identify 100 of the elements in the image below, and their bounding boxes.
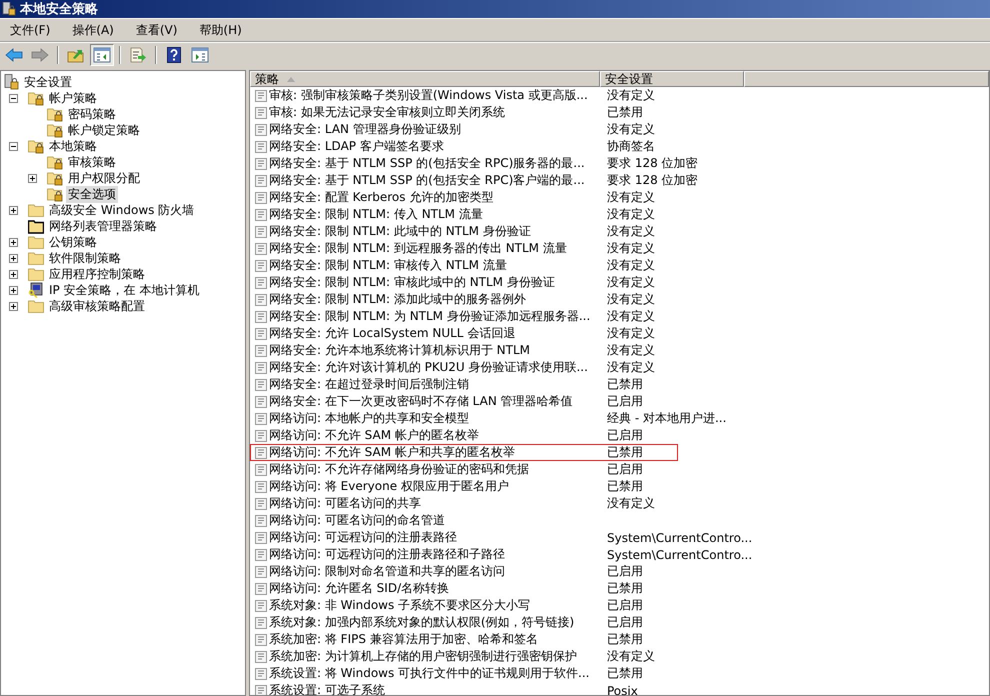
document-icon xyxy=(255,634,267,646)
table-cell: 网络安全: LDAP 客户端签名要求 xyxy=(251,138,601,155)
table-cell: 网络安全: 限制 NTLM: 审核传入 NTLM 流量 xyxy=(251,257,601,274)
table-cell-text: 没有定义 xyxy=(606,291,655,308)
table-cell-text: 已启用 xyxy=(606,427,643,444)
tree-item[interactable]: 帐户锁定策略 xyxy=(66,122,142,138)
expand-icon[interactable] xyxy=(28,174,37,182)
tree-item[interactable]: 帐户策略 xyxy=(47,90,99,106)
tree-item[interactable]: 审核策略 xyxy=(66,154,118,170)
document-icon xyxy=(255,464,267,476)
menu-item[interactable]: 帮助(H) xyxy=(192,22,249,38)
document-icon xyxy=(255,208,267,220)
table-cell: 网络访问: 将 Everyone 权限应用于匿名用户 xyxy=(251,478,601,495)
table-cell-text: 已禁用 xyxy=(606,665,643,682)
table-cell-text: 没有定义 xyxy=(606,189,655,206)
table-cell-text: 没有定义 xyxy=(606,274,655,291)
table-cell: 系统设置: 将 Windows 可执行文件中的证书规则用于软件... xyxy=(251,665,601,682)
document-icon xyxy=(255,650,267,662)
locked-folder-icon xyxy=(28,138,44,154)
collapse-icon[interactable] xyxy=(9,94,18,102)
table-cell-text: 经典 - 对本地用户进... xyxy=(606,410,726,427)
tree-item[interactable]: 安全设置 xyxy=(22,74,74,90)
table-cell: 网络访问: 不允许 SAM 帐户的匿名枚举 xyxy=(251,427,601,444)
table-cell: 网络安全: 配置 Kerberos 允许的加密类型 xyxy=(251,189,601,206)
table-cell-text: 已启用 xyxy=(606,597,643,614)
document-icon xyxy=(255,668,267,680)
tree-item[interactable]: 网络列表管理器策略 xyxy=(47,218,159,234)
expand-icon[interactable] xyxy=(9,286,18,294)
collapse-icon[interactable] xyxy=(9,142,18,150)
table-cell: 系统加密: 为计算机上存储的用户密钥强制进行强密钥保护 xyxy=(251,648,601,665)
table-cell: 网络安全: LAN 管理器身份验证级别 xyxy=(251,121,601,138)
expand-icon[interactable] xyxy=(9,238,18,246)
table-cell: 网络访问: 允许匿名 SID/名称转换 xyxy=(251,580,601,597)
table-cell: 网络访问: 限制对命名管道和共享的匿名访问 xyxy=(251,563,601,580)
tree-pane-icon[interactable] xyxy=(90,44,114,66)
tree-item[interactable]: IP 安全策略，在 本地计算机 xyxy=(47,282,202,298)
tree-item[interactable]: 本地策略 xyxy=(47,138,99,154)
expand-icon[interactable] xyxy=(9,302,18,310)
table-cell: 审核: 强制审核策略子类别设置(Windows Vista 或更高版... xyxy=(251,87,601,104)
table-cell: 网络安全: 限制 NTLM: 传入 NTLM 流量 xyxy=(251,206,601,223)
table-cell-text: 协商签名 xyxy=(606,138,655,155)
expand-icon[interactable] xyxy=(9,270,18,278)
server-lock-icon xyxy=(3,74,19,90)
table-cell: 系统对象: 非 Windows 子系统不要求区分大小写 xyxy=(251,597,601,614)
expand-icon[interactable] xyxy=(9,254,18,262)
window-title: 本地安全策略 xyxy=(20,0,98,18)
document-icon xyxy=(255,226,267,238)
document-icon xyxy=(255,396,267,408)
locked-folder-icon xyxy=(28,90,44,106)
table-cell: 网络安全: 基于 NTLM SSP 的(包括安全 RPC)客户端的最... xyxy=(251,172,601,189)
column-header[interactable]: 策略 xyxy=(250,71,600,87)
document-icon xyxy=(255,378,267,390)
menu-item[interactable]: 查看(V) xyxy=(128,22,184,38)
tree-item[interactable]: 高级审核策略配置 xyxy=(47,298,147,314)
table-cell: 网络安全: 在下一次更改密码时不存储 LAN 管理器哈希值 xyxy=(251,393,601,410)
document-icon xyxy=(255,140,267,152)
document-icon xyxy=(255,174,267,186)
table-cell: 网络安全: 限制 NTLM: 到远程服务器的传出 NTLM 流量 xyxy=(251,240,601,257)
tree-item[interactable]: 用户权限分配 xyxy=(66,170,142,186)
table-cell-text: 已禁用 xyxy=(606,376,643,393)
table-cell: 系统对象: 加强内部系统对象的默认权限(例如，符号链接) xyxy=(251,614,601,631)
table-cell: 网络访问: 可远程访问的注册表路径和子路径 xyxy=(251,546,601,563)
folder-icon xyxy=(28,266,44,282)
tree-item[interactable]: 公钥策略 xyxy=(47,234,99,250)
computer-key-icon xyxy=(28,282,44,298)
table-cell: 网络安全: 限制 NTLM: 添加此域中的服务器例外 xyxy=(251,291,601,308)
menu-item[interactable]: 文件(F) xyxy=(3,22,58,38)
table-cell-text: 没有定义 xyxy=(606,206,655,223)
document-icon xyxy=(255,446,267,458)
tree-item[interactable]: 密码策略 xyxy=(66,106,118,122)
table-cell-text: System\CurrentContro... xyxy=(606,530,752,544)
table-cell-text: 没有定义 xyxy=(606,240,655,257)
server-lock-icon xyxy=(2,2,16,16)
table-cell: 网络访问: 可匿名访问的共享 xyxy=(251,495,601,512)
column-header[interactable]: 安全设置 xyxy=(600,71,744,87)
document-icon xyxy=(255,276,267,288)
table-cell-text: 没有定义 xyxy=(606,342,655,359)
table-cell: 网络安全: 允许对该计算机的 PKU2U 身份验证请求使用联... xyxy=(251,359,601,376)
locked-folder-icon xyxy=(47,170,63,186)
document-icon xyxy=(255,498,267,510)
locked-folder-icon xyxy=(47,106,63,122)
table-cell: 系统加密: 将 FIPS 兼容算法用于加密、哈希和签名 xyxy=(251,631,601,648)
table-cell-text: 已启用 xyxy=(606,563,643,580)
document-icon xyxy=(255,566,267,578)
tree-item[interactable]: 应用程序控制策略 xyxy=(47,266,147,282)
tree-item[interactable]: 高级安全 Windows 防火墙 xyxy=(47,202,196,218)
table-cell-text: 已禁用 xyxy=(606,104,643,121)
document-icon xyxy=(255,294,267,306)
document-icon xyxy=(255,532,267,544)
tree-item[interactable]: 软件限制策略 xyxy=(47,250,123,266)
table-cell-text: 已禁用 xyxy=(606,444,643,461)
expand-icon[interactable] xyxy=(9,206,18,214)
document-icon xyxy=(255,90,267,102)
table-cell: 网络访问: 可远程访问的注册表路径 xyxy=(251,529,601,546)
table-cell: 网络安全: 在超过登录时间后强制注销 xyxy=(251,376,601,393)
document-icon xyxy=(255,514,267,526)
tree-item[interactable]: 安全选项 xyxy=(66,186,118,202)
table-cell: 网络访问: 可匿名访问的命名管道 xyxy=(251,512,601,529)
document-icon xyxy=(255,344,267,356)
menu-item[interactable]: 操作(A) xyxy=(65,22,121,38)
